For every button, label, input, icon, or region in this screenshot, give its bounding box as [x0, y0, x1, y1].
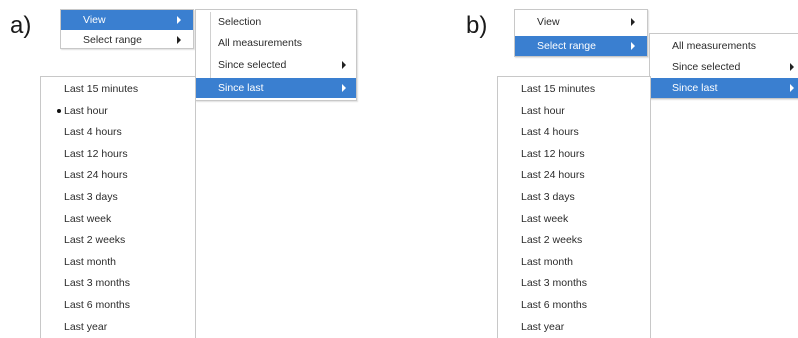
list-item-label: Last 4 hours: [64, 126, 122, 139]
list-item-label: Last year: [521, 320, 565, 333]
list-item-label: Last 3 days: [521, 191, 575, 203]
list-item[interactable]: Last hour: [41, 101, 195, 121]
menu-item-view[interactable]: View: [61, 10, 193, 30]
list-item-label: Last hour: [521, 104, 565, 117]
list-item[interactable]: Last 15 minutes: [498, 79, 650, 99]
menu-item-since-selected[interactable]: Since selected: [650, 57, 798, 77]
main-menu-b: View Select range: [514, 9, 648, 57]
list-item[interactable]: Last 15 minutes: [41, 79, 195, 99]
since-last-submenu-a: Last 15 minutes Last hour Last 4 hours Last…: [40, 76, 196, 338]
submenu-arrow-icon: [177, 36, 181, 44]
list-item[interactable]: Last 3 months: [498, 273, 650, 293]
submenu-arrow-icon: [790, 63, 794, 71]
menu-item-view-label: View: [537, 16, 560, 28]
menu-item-all-measurements[interactable]: All measurements: [650, 36, 798, 56]
range-submenu-b: All measurements Since selected Since la…: [649, 33, 798, 99]
list-item[interactable]: Last 6 months: [498, 295, 650, 315]
list-item[interactable]: Last week: [498, 209, 650, 229]
menu-item-since-selected-label: Since selected: [672, 61, 741, 73]
list-item-label: Last week: [64, 212, 112, 225]
list-item[interactable]: Last 3 months: [41, 273, 195, 293]
list-item[interactable]: Last month: [498, 252, 650, 272]
list-item[interactable]: Last 12 hours: [498, 144, 650, 164]
submenu-arrow-icon: [631, 18, 635, 26]
menu-item-select-range[interactable]: Select range: [61, 30, 193, 50]
list-item-label: Last hour: [64, 104, 108, 117]
menu-item-since-last[interactable]: Since last: [650, 78, 798, 98]
list-item-label: Last month: [521, 255, 573, 268]
list-item[interactable]: Last hour: [498, 101, 650, 121]
list-item[interactable]: Last 2 weeks: [498, 230, 650, 250]
list-item-label: Last week: [521, 212, 569, 225]
list-item-label: Last 3 months: [521, 277, 587, 290]
menu-item-all-measurements-label: All measurements: [218, 37, 303, 49]
submenu-arrow-icon: [177, 16, 181, 24]
list-item[interactable]: Last 3 days: [41, 187, 195, 207]
list-item-label: Last 24 hours: [521, 169, 585, 182]
menu-item-since-selected[interactable]: Since selected: [196, 55, 356, 75]
panel-b-label: b): [466, 12, 488, 39]
list-item[interactable]: Last 24 hours: [41, 165, 195, 185]
list-item[interactable]: Last year: [498, 317, 650, 337]
menu-item-since-last-label: Since last: [672, 82, 718, 94]
list-item[interactable]: Last 24 hours: [498, 165, 650, 185]
since-last-submenu-b: Last 15 minutes Last hour Last 4 hours Last…: [497, 76, 651, 338]
list-item[interactable]: Last 12 hours: [41, 144, 195, 164]
menu-item-view-label: View: [83, 14, 106, 26]
list-item-label: Last 6 months: [521, 299, 587, 311]
list-item[interactable]: Last 2 weeks: [41, 230, 195, 250]
list-item[interactable]: Last 3 days: [498, 187, 650, 207]
list-item[interactable]: Last year: [41, 317, 195, 337]
menu-item-selection-label: Selection: [218, 16, 262, 28]
menu-item-all-measurements[interactable]: All measurements: [196, 33, 356, 53]
menu-item-view[interactable]: View: [515, 12, 647, 32]
submenu-arrow-icon: [342, 61, 346, 69]
list-item-label: Last 2 weeks: [521, 234, 583, 247]
list-item-label: Last month: [64, 255, 116, 268]
menu-item-since-selected-label: Since selected: [218, 59, 287, 71]
submenu-arrow-icon: [342, 84, 346, 92]
main-menu-a: View Select range: [60, 9, 194, 49]
list-item[interactable]: Last 4 hours: [41, 122, 195, 142]
list-item-label: Last 12 hours: [64, 147, 128, 160]
list-item-label: Last 6 months: [64, 299, 130, 311]
list-item-label: Last year: [64, 320, 108, 333]
range-submenu-a: Selection All measurements Since selecte…: [195, 9, 357, 101]
menu-item-select-range-label: Select range: [83, 34, 142, 46]
panel-a-label: a): [10, 12, 32, 39]
list-item-label: Last 15 minutes: [521, 83, 596, 95]
list-item-label: Last 3 days: [64, 191, 118, 203]
list-item-label: Last 2 weeks: [64, 234, 126, 247]
menu-item-since-last[interactable]: Since last: [196, 78, 356, 98]
list-item[interactable]: Last month: [41, 252, 195, 272]
radio-check-icon: [57, 108, 61, 113]
list-item-label: Last 15 minutes: [64, 83, 139, 95]
list-item-label: Last 24 hours: [64, 169, 128, 182]
submenu-arrow-icon: [790, 84, 794, 92]
menu-item-all-measurements-label: All measurements: [672, 40, 757, 52]
list-item[interactable]: Last week: [41, 209, 195, 229]
menu-item-since-last-label: Since last: [218, 82, 264, 94]
submenu-arrow-icon: [631, 42, 635, 50]
list-item[interactable]: Last 4 hours: [498, 122, 650, 142]
menu-item-select-range[interactable]: Select range: [515, 36, 647, 56]
menu-item-selection[interactable]: Selection: [196, 12, 356, 32]
menu-item-select-range-label: Select range: [537, 40, 596, 52]
list-item-label: Last 4 hours: [521, 126, 579, 139]
list-item[interactable]: Last 6 months: [41, 295, 195, 315]
list-item-label: Last 3 months: [64, 277, 130, 290]
list-item-label: Last 12 hours: [521, 147, 585, 160]
